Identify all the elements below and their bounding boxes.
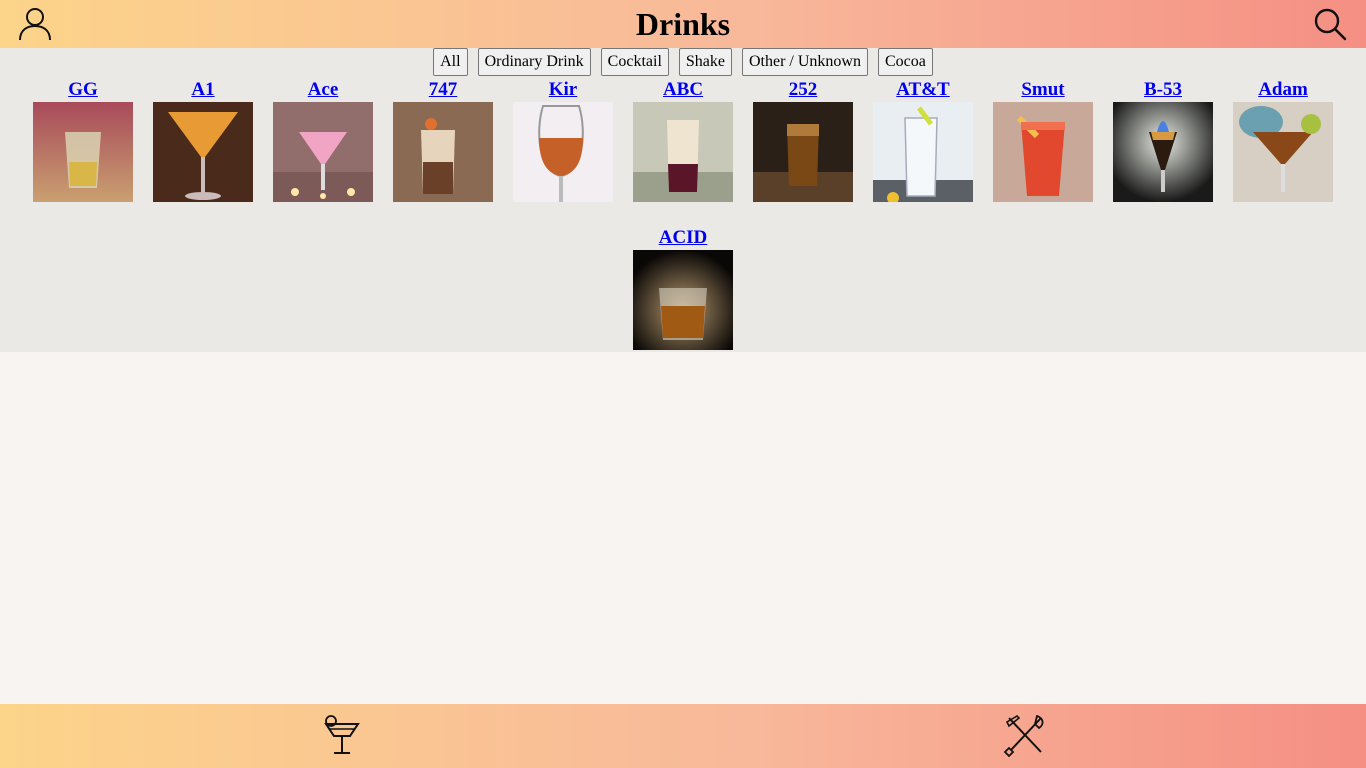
category-filter-bar: All Ordinary Drink Cocktail Shake Other … xyxy=(0,48,1366,76)
drink-photo[interactable] xyxy=(1233,102,1333,202)
app-header: Drinks xyxy=(0,0,1366,48)
drink-list-panel: All Ordinary Drink Cocktail Shake Other … xyxy=(0,48,1366,352)
drink-card: B-53 xyxy=(1113,78,1213,202)
drink-card: A1 xyxy=(153,78,253,202)
drink-card: ABC xyxy=(633,78,733,202)
drink-card: 252 xyxy=(753,78,853,202)
drink-link[interactable]: Smut xyxy=(983,78,1103,102)
drink-photo[interactable] xyxy=(1113,102,1213,202)
drink-link[interactable]: A1 xyxy=(143,78,263,102)
drink-photo[interactable] xyxy=(153,102,253,202)
filter-shake-button[interactable]: Shake xyxy=(678,48,732,76)
drink-link[interactable]: 252 xyxy=(743,78,863,102)
drink-card: AT&T xyxy=(873,78,973,202)
drink-photo[interactable] xyxy=(633,102,733,202)
drink-link[interactable]: Ace xyxy=(263,78,383,102)
search-icon[interactable] xyxy=(1312,6,1348,42)
drink-photo[interactable] xyxy=(33,102,133,202)
drink-link[interactable]: GG xyxy=(23,78,143,102)
drink-link[interactable]: B-53 xyxy=(1103,78,1223,102)
filter-cocktail-button[interactable]: Cocktail xyxy=(600,48,669,76)
drink-photo[interactable] xyxy=(393,102,493,202)
drink-link[interactable]: ABC xyxy=(623,78,743,102)
filter-all-button[interactable]: All xyxy=(433,48,468,76)
drink-photo[interactable] xyxy=(753,102,853,202)
filter-other-unknown-button[interactable]: Other / Unknown xyxy=(742,48,868,76)
drink-card: ACID xyxy=(633,226,733,350)
page-title: Drinks xyxy=(635,6,731,42)
drink-photo[interactable] xyxy=(993,102,1093,202)
filter-cocoa-button[interactable]: Cocoa xyxy=(877,48,933,76)
drink-photo[interactable] xyxy=(273,102,373,202)
cocktail-glass-icon[interactable] xyxy=(320,714,364,758)
drink-link[interactable]: 747 xyxy=(383,78,503,102)
fork-knife-icon[interactable] xyxy=(1003,714,1047,758)
drink-card: Ace xyxy=(273,78,373,202)
drink-card: 747 xyxy=(393,78,493,202)
drink-card: Smut xyxy=(993,78,1093,202)
drink-link[interactable]: Adam xyxy=(1223,78,1343,102)
bottom-nav xyxy=(0,704,1366,768)
filter-ordinary-drink-button[interactable]: Ordinary Drink xyxy=(477,48,591,76)
drink-photo[interactable] xyxy=(873,102,973,202)
drink-photo[interactable] xyxy=(513,102,613,202)
drink-link[interactable]: ACID xyxy=(623,226,743,250)
drink-card: GG xyxy=(33,78,133,202)
drink-card: Kir xyxy=(513,78,613,202)
drink-link[interactable]: AT&T xyxy=(863,78,983,102)
drink-link[interactable]: Kir xyxy=(503,78,623,102)
drink-photo[interactable] xyxy=(633,250,733,350)
drink-card: Adam xyxy=(1233,78,1333,202)
